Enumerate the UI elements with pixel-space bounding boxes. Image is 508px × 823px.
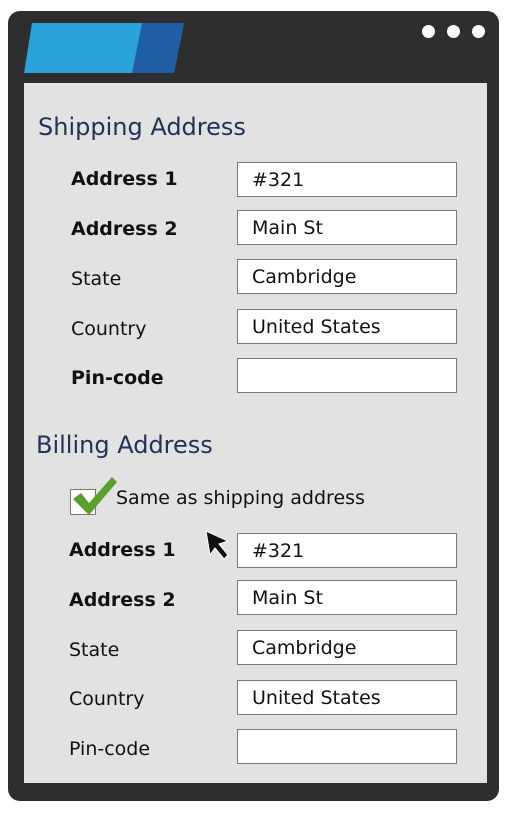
browser-window: Shipping Address Address 1 #321 Address … bbox=[8, 11, 499, 801]
billing-address-title: Billing Address bbox=[36, 431, 213, 459]
billing-state-label: State bbox=[69, 639, 120, 661]
mouse-pointer-icon bbox=[205, 530, 230, 560]
shipping-state-input[interactable]: Cambridge bbox=[237, 259, 457, 294]
billing-country-label: Country bbox=[69, 688, 145, 710]
shipping-pincode-input[interactable] bbox=[237, 358, 457, 393]
billing-state-input[interactable]: Cambridge bbox=[237, 630, 457, 665]
billing-address1-input[interactable]: #321 bbox=[237, 533, 457, 568]
window-controls bbox=[422, 25, 485, 38]
checkmark-icon bbox=[73, 477, 117, 515]
billing-country-input[interactable]: United States bbox=[237, 680, 457, 715]
billing-pincode-label: Pin-code bbox=[69, 738, 151, 760]
shipping-state-label: State bbox=[71, 268, 122, 290]
shipping-address-title: Shipping Address bbox=[38, 113, 246, 141]
window-control-dot[interactable] bbox=[422, 25, 435, 38]
brand-tab-logo bbox=[24, 23, 184, 73]
billing-address2-input[interactable]: Main St bbox=[237, 580, 457, 615]
form-content: Shipping Address Address 1 #321 Address … bbox=[24, 83, 487, 783]
shipping-address2-label: Address 2 bbox=[71, 218, 178, 240]
shipping-address1-label: Address 1 bbox=[71, 168, 178, 190]
same-as-shipping-label[interactable]: Same as shipping address bbox=[116, 487, 365, 509]
billing-pincode-input[interactable] bbox=[237, 729, 457, 764]
shipping-country-input[interactable]: United States bbox=[237, 309, 457, 344]
billing-address2-label: Address 2 bbox=[69, 589, 176, 611]
window-control-dot[interactable] bbox=[472, 25, 485, 38]
shipping-address1-input[interactable]: #321 bbox=[237, 162, 457, 197]
billing-address1-label: Address 1 bbox=[69, 539, 176, 561]
shipping-address2-input[interactable]: Main St bbox=[237, 210, 457, 245]
window-control-dot[interactable] bbox=[447, 25, 460, 38]
shipping-pincode-label: Pin-code bbox=[71, 367, 164, 389]
shipping-country-label: Country bbox=[71, 318, 147, 340]
